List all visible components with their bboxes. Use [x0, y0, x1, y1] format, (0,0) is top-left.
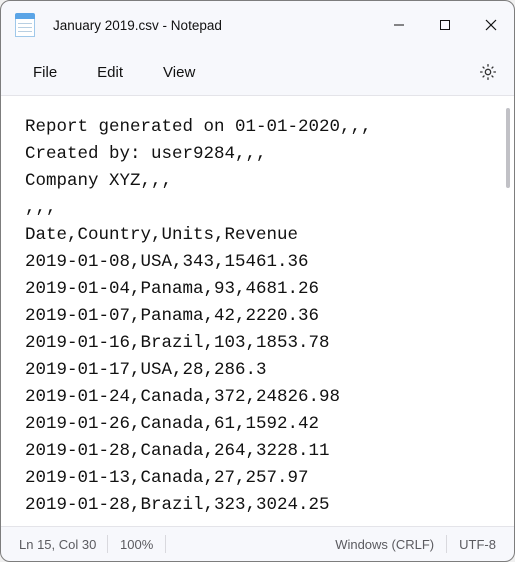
menu-file[interactable]: File	[13, 56, 77, 89]
text-editor[interactable]: Report generated on 01-01-2020,,, Create…	[1, 96, 514, 526]
notepad-icon	[15, 13, 35, 37]
minimize-button[interactable]	[376, 1, 422, 49]
menu-view[interactable]: View	[143, 56, 215, 89]
menu-bar: File Edit View	[1, 49, 514, 95]
window-title: January 2019.csv - Notepad	[53, 18, 222, 33]
vertical-scrollbar[interactable]	[506, 108, 510, 188]
status-cursor: Ln 15, Col 30	[19, 537, 107, 552]
maximize-button[interactable]	[422, 1, 468, 49]
close-button[interactable]	[468, 1, 514, 49]
menu-edit[interactable]: Edit	[77, 56, 143, 89]
status-zoom[interactable]: 100%	[108, 537, 165, 552]
status-encoding: UTF-8	[447, 537, 508, 552]
editor-area: Report generated on 01-01-2020,,, Create…	[1, 95, 514, 527]
status-line-ending: Windows (CRLF)	[323, 537, 446, 552]
settings-button[interactable]	[468, 52, 508, 92]
window-controls	[376, 1, 514, 49]
status-bar: Ln 15, Col 30 100% Windows (CRLF) UTF-8	[1, 527, 514, 561]
notepad-window: January 2019.csv - Notepad File Edit Vie…	[0, 0, 515, 562]
title-bar: January 2019.csv - Notepad	[1, 1, 514, 49]
